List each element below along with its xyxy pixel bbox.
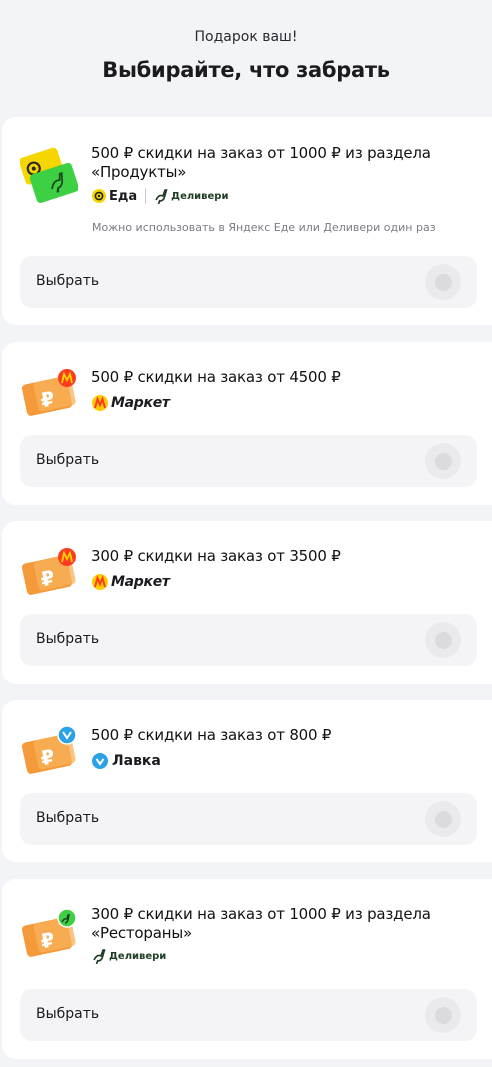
market-logo-icon	[92, 395, 108, 411]
lavka-logo-icon	[92, 753, 108, 769]
delivery-ostrich-icon	[155, 189, 168, 204]
choose-button[interactable]: Выбрать	[20, 614, 477, 666]
radio-dot	[434, 273, 452, 291]
offer-title-line: 500 ₽ скидки на заказ от 800 ₽	[91, 726, 332, 744]
offer-title-line: «Продукты»	[91, 163, 187, 181]
choose-label: Выбрать	[36, 631, 100, 647]
choose-label: Выбрать	[36, 810, 100, 826]
choose-button[interactable]: Выбрать	[20, 793, 477, 845]
eda-delivery-coupon-icon	[20, 147, 78, 203]
offer-title: 500 ₽ скидки на заказ от 800 ₽	[91, 726, 472, 745]
choose-button[interactable]: Выбрать	[20, 435, 477, 487]
brand-delivery-label: Деливери	[109, 950, 167, 962]
offer-card-lavka: ₽ 500 ₽ скидки на заказ от 800 ₽ Лавка В…	[2, 700, 492, 862]
brand-delivery: Деливери	[154, 188, 228, 204]
brand-delivery-label: Деливери	[171, 190, 229, 202]
choose-button[interactable]: Выбрать	[20, 989, 477, 1041]
choose-label: Выбрать	[36, 1006, 100, 1022]
radio-dot	[434, 452, 452, 470]
brand-divider	[145, 188, 147, 204]
offer-title-line: 300 ₽ скидки на заказ от 1000 ₽ из разде…	[91, 905, 431, 923]
brand-row: Деливери	[92, 947, 166, 965]
radio-button[interactable]	[425, 622, 461, 658]
offer-title: 500 ₽ скидки на заказ от 1000 ₽ из разде…	[91, 144, 472, 182]
choose-label: Выбрать	[36, 273, 100, 289]
radio-button[interactable]	[425, 997, 461, 1033]
brand-eda: Еда	[92, 189, 137, 204]
brand-row: Еда Деливери	[92, 187, 228, 205]
brand-row: Лавка	[92, 752, 161, 770]
choose-label: Выбрать	[36, 452, 100, 468]
offer-title-line: 500 ₽ скидки на заказ от 1000 ₽ из разде…	[91, 144, 431, 162]
brand-row: Маркет	[92, 573, 170, 591]
radio-button[interactable]	[425, 801, 461, 837]
radio-dot	[434, 1006, 452, 1024]
page-title: Выбирайте, что забрать	[102, 58, 390, 82]
brand-row: Маркет	[92, 394, 170, 412]
brand-market-label: Маркет	[111, 574, 170, 590]
radio-button[interactable]	[425, 443, 461, 479]
eda-logo-icon	[92, 189, 106, 203]
page-header: Подарок ваш! Выбирайте, что забрать	[0, 0, 492, 90]
market-logo-icon	[92, 574, 108, 590]
offer-title: 300 ₽ скидки на заказ от 1000 ₽ из разде…	[91, 905, 472, 943]
radio-dot	[434, 631, 452, 649]
offer-note: Можно использовать в Яндекс Еде или Дели…	[92, 221, 436, 234]
radio-dot	[434, 810, 452, 828]
market-coupon-icon: ₽	[21, 369, 76, 416]
offer-card-eda-products: 500 ₽ скидки на заказ от 1000 ₽ из разде…	[2, 117, 492, 325]
choose-button[interactable]: Выбрать	[20, 256, 477, 308]
offer-title-line: 500 ₽ скидки на заказ от 4500 ₽	[91, 368, 341, 386]
brand-market-label: Маркет	[111, 395, 170, 411]
brand-delivery: Деливери	[92, 948, 166, 964]
brand-market: Маркет	[92, 395, 170, 411]
offer-title: 500 ₽ скидки на заказ от 4500 ₽	[91, 368, 472, 387]
page-subtitle: Подарок ваш!	[194, 29, 298, 45]
brand-market: Маркет	[92, 574, 170, 590]
offer-title: 300 ₽ скидки на заказ от 3500 ₽	[91, 547, 472, 566]
lavka-coupon-icon: ₽	[21, 725, 77, 774]
market-coupon-icon: ₽	[21, 548, 76, 595]
offer-card-market-300: ₽ 300 ₽ скидки на заказ от 3500 ₽ Маркет…	[2, 521, 492, 684]
brand-lavka: Лавка	[92, 753, 161, 769]
offer-card-delivery-restaurants: ₽ 300 ₽ скидки на заказ от 1000 ₽ из раз…	[2, 879, 492, 1059]
delivery-ostrich-icon	[93, 949, 106, 964]
brand-eda-label: Еда	[109, 188, 138, 204]
delivery-coupon-icon: ₽	[21, 908, 77, 957]
offer-title-line: 300 ₽ скидки на заказ от 3500 ₽	[91, 547, 341, 565]
offer-title-line: «Рестораны»	[91, 924, 192, 942]
brand-lavka-label: Лавка	[112, 753, 161, 769]
offer-card-market-500: ₽ 500 ₽ скидки на заказ от 4500 ₽ Маркет…	[2, 342, 492, 505]
radio-button[interactable]	[425, 264, 461, 300]
